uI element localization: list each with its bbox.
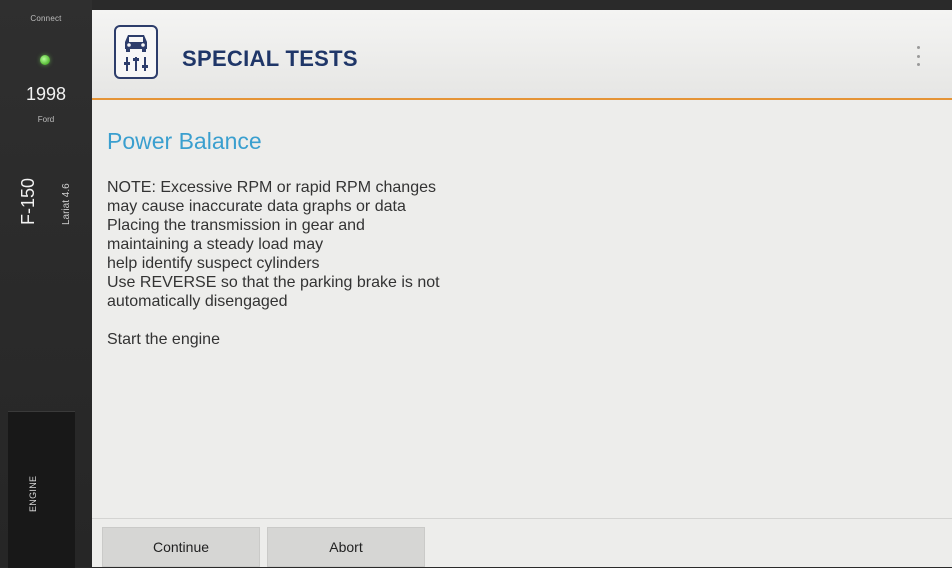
module-tab-label: ENGINE [28,475,38,512]
note-line: help identify suspect cylinders [107,255,320,272]
vehicle-submodel: Lariat 4.6 [61,183,72,225]
note-line: Placing the transmission in gear and [107,217,365,234]
note-line: maintaining a steady load may [107,236,324,253]
footer-divider [92,518,952,519]
connection-led-icon [40,55,50,65]
note-line: Use REVERSE so that the parking brake is… [107,274,440,291]
vehicle-make: Ford [37,115,55,124]
vehicle-model: F-150 [18,177,38,225]
test-instructions: NOTE: Excessive RPM or rapid RPM changes… [107,178,627,349]
note-line: automatically disengaged [107,293,288,310]
page-header: SPECIAL TESTS [92,10,952,100]
overflow-menu-icon[interactable] [912,46,924,66]
car-settings-icon [114,25,158,79]
main-panel: SPECIAL TESTS Power Balance NOTE: Excess… [92,10,952,567]
instruction-text: Start the engine [107,331,220,348]
vehicle-year: 1998 [25,84,67,104]
abort-button[interactable]: Abort [267,527,425,567]
note-line: NOTE: Excessive RPM or rapid RPM changes [107,179,436,196]
continue-button[interactable]: Continue [102,527,260,567]
module-tab-engine[interactable] [8,411,75,568]
connection-status-label: Connect [30,14,62,23]
vehicle-sidebar: Connect 1998 Ford F-150 Lariat 4.6 ENGIN… [0,0,92,568]
page-title: SPECIAL TESTS [182,46,358,71]
note-line: may cause inaccurate data graphs or data [107,198,406,215]
test-title: Power Balance [107,128,262,154]
